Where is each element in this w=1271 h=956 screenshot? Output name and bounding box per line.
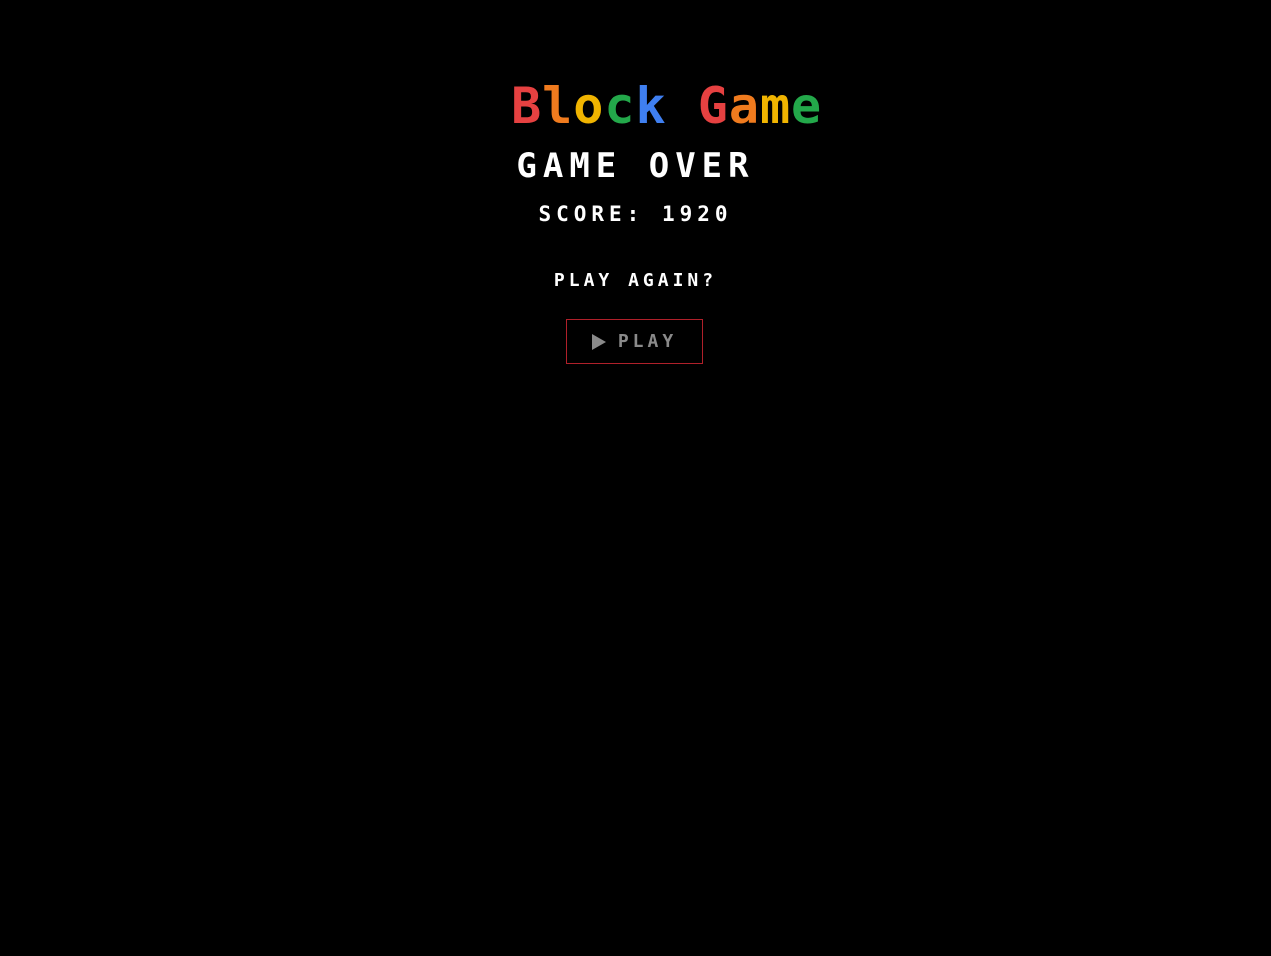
title-letter: l [542,77,574,135]
title-letter: k [635,77,667,135]
title-letter: o [573,77,605,135]
game-title: Block Game [0,22,1271,134]
title-letter [667,78,698,134]
play-button[interactable]: PLAY [566,319,703,364]
title-letter: c [604,77,636,135]
title-letter: m [759,77,792,135]
score-display: SCORE: 1920 [538,202,733,226]
title-letter: G [697,77,729,135]
title-letter: B [511,77,543,135]
play-icon [591,333,606,350]
title-letter: e [791,77,823,135]
play-button-label: PLAY [617,331,678,352]
game-over-heading: GAME OVER [516,146,755,186]
play-again-prompt: PLAY AGAIN? [553,270,718,291]
title-letter: a [728,77,760,135]
